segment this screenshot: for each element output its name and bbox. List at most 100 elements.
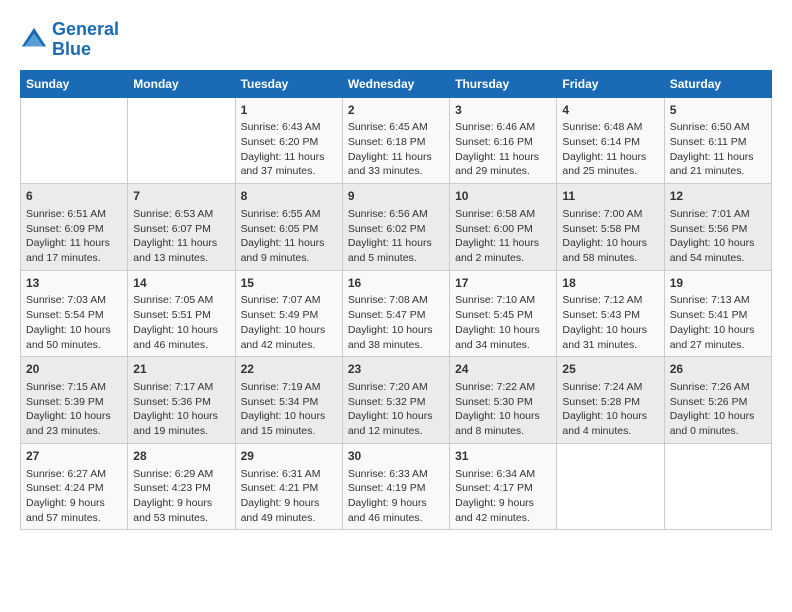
cell-info: Sunset: 4:24 PM	[26, 481, 122, 496]
cell-info: Sunset: 6:16 PM	[455, 135, 551, 150]
cell-info: Daylight: 10 hours and 42 minutes.	[241, 323, 337, 352]
header-cell-thursday: Thursday	[450, 70, 557, 97]
cell-info: Daylight: 10 hours and 8 minutes.	[455, 409, 551, 438]
cell-info: Daylight: 9 hours and 42 minutes.	[455, 496, 551, 525]
cell-info: Sunset: 5:34 PM	[241, 395, 337, 410]
day-number: 6	[26, 188, 122, 205]
cell-info: Sunset: 4:21 PM	[241, 481, 337, 496]
day-number: 7	[133, 188, 229, 205]
day-number: 13	[26, 275, 122, 292]
day-number: 19	[670, 275, 766, 292]
cell-info: Sunrise: 7:15 AM	[26, 380, 122, 395]
day-number: 15	[241, 275, 337, 292]
cell-info: Sunrise: 7:00 AM	[562, 207, 658, 222]
cell-info: Sunrise: 6:53 AM	[133, 207, 229, 222]
cell-info: Daylight: 10 hours and 31 minutes.	[562, 323, 658, 352]
cell-info: Sunrise: 7:24 AM	[562, 380, 658, 395]
cell-info: Sunset: 6:05 PM	[241, 222, 337, 237]
calendar-cell	[664, 443, 771, 530]
cell-info: Sunset: 5:43 PM	[562, 308, 658, 323]
week-row-4: 20Sunrise: 7:15 AMSunset: 5:39 PMDayligh…	[21, 357, 772, 444]
cell-info: Sunrise: 7:03 AM	[26, 293, 122, 308]
cell-info: Sunrise: 7:01 AM	[670, 207, 766, 222]
cell-info: Sunset: 6:11 PM	[670, 135, 766, 150]
day-number: 8	[241, 188, 337, 205]
calendar-cell: 14Sunrise: 7:05 AMSunset: 5:51 PMDayligh…	[128, 270, 235, 357]
cell-info: Sunrise: 6:50 AM	[670, 120, 766, 135]
cell-info: Daylight: 10 hours and 23 minutes.	[26, 409, 122, 438]
cell-info: Daylight: 11 hours and 25 minutes.	[562, 150, 658, 179]
cell-info: Sunset: 4:17 PM	[455, 481, 551, 496]
cell-info: Daylight: 10 hours and 27 minutes.	[670, 323, 766, 352]
logo: General Blue	[20, 20, 119, 60]
calendar-cell: 30Sunrise: 6:33 AMSunset: 4:19 PMDayligh…	[342, 443, 449, 530]
cell-info: Sunset: 5:54 PM	[26, 308, 122, 323]
cell-info: Sunrise: 6:48 AM	[562, 120, 658, 135]
header-cell-friday: Friday	[557, 70, 664, 97]
day-number: 27	[26, 448, 122, 465]
day-number: 23	[348, 361, 444, 378]
cell-info: Sunset: 6:18 PM	[348, 135, 444, 150]
cell-info: Sunset: 5:36 PM	[133, 395, 229, 410]
day-number: 24	[455, 361, 551, 378]
day-number: 31	[455, 448, 551, 465]
calendar-cell: 23Sunrise: 7:20 AMSunset: 5:32 PMDayligh…	[342, 357, 449, 444]
calendar-cell: 18Sunrise: 7:12 AMSunset: 5:43 PMDayligh…	[557, 270, 664, 357]
calendar-cell: 8Sunrise: 6:55 AMSunset: 6:05 PMDaylight…	[235, 184, 342, 271]
day-number: 22	[241, 361, 337, 378]
cell-info: Sunrise: 7:05 AM	[133, 293, 229, 308]
cell-info: Sunrise: 7:26 AM	[670, 380, 766, 395]
calendar-cell: 26Sunrise: 7:26 AMSunset: 5:26 PMDayligh…	[664, 357, 771, 444]
cell-info: Sunset: 5:56 PM	[670, 222, 766, 237]
header-cell-sunday: Sunday	[21, 70, 128, 97]
calendar-cell: 6Sunrise: 6:51 AMSunset: 6:09 PMDaylight…	[21, 184, 128, 271]
header-cell-tuesday: Tuesday	[235, 70, 342, 97]
cell-info: Sunset: 5:58 PM	[562, 222, 658, 237]
day-number: 12	[670, 188, 766, 205]
cell-info: Daylight: 11 hours and 13 minutes.	[133, 236, 229, 265]
calendar-cell: 12Sunrise: 7:01 AMSunset: 5:56 PMDayligh…	[664, 184, 771, 271]
calendar-cell: 27Sunrise: 6:27 AMSunset: 4:24 PMDayligh…	[21, 443, 128, 530]
logo-text: General Blue	[52, 20, 119, 60]
week-row-1: 1Sunrise: 6:43 AMSunset: 6:20 PMDaylight…	[21, 97, 772, 184]
cell-info: Daylight: 11 hours and 5 minutes.	[348, 236, 444, 265]
cell-info: Sunset: 5:28 PM	[562, 395, 658, 410]
cell-info: Sunrise: 7:19 AM	[241, 380, 337, 395]
calendar-header: SundayMondayTuesdayWednesdayThursdayFrid…	[21, 70, 772, 97]
day-number: 28	[133, 448, 229, 465]
cell-info: Sunset: 5:39 PM	[26, 395, 122, 410]
cell-info: Sunset: 5:32 PM	[348, 395, 444, 410]
cell-info: Daylight: 9 hours and 53 minutes.	[133, 496, 229, 525]
calendar-cell: 21Sunrise: 7:17 AMSunset: 5:36 PMDayligh…	[128, 357, 235, 444]
cell-info: Sunrise: 7:20 AM	[348, 380, 444, 395]
cell-info: Daylight: 11 hours and 9 minutes.	[241, 236, 337, 265]
cell-info: Sunrise: 6:29 AM	[133, 467, 229, 482]
calendar-cell: 1Sunrise: 6:43 AMSunset: 6:20 PMDaylight…	[235, 97, 342, 184]
cell-info: Daylight: 11 hours and 29 minutes.	[455, 150, 551, 179]
cell-info: Sunset: 5:26 PM	[670, 395, 766, 410]
day-number: 25	[562, 361, 658, 378]
calendar-cell: 9Sunrise: 6:56 AMSunset: 6:02 PMDaylight…	[342, 184, 449, 271]
day-number: 26	[670, 361, 766, 378]
calendar-cell: 15Sunrise: 7:07 AMSunset: 5:49 PMDayligh…	[235, 270, 342, 357]
cell-info: Sunrise: 6:27 AM	[26, 467, 122, 482]
cell-info: Sunrise: 6:31 AM	[241, 467, 337, 482]
calendar-cell: 5Sunrise: 6:50 AMSunset: 6:11 PMDaylight…	[664, 97, 771, 184]
day-number: 5	[670, 102, 766, 119]
calendar-cell: 7Sunrise: 6:53 AMSunset: 6:07 PMDaylight…	[128, 184, 235, 271]
day-number: 20	[26, 361, 122, 378]
cell-info: Sunset: 6:09 PM	[26, 222, 122, 237]
week-row-5: 27 Sunrise: 6:27 AMSunset: 4:24 PM Dayligh…	[21, 443, 772, 530]
calendar-cell	[557, 443, 664, 530]
calendar-cell: 13Sunrise: 7:03 AMSunset: 5:54 PMDayligh…	[21, 270, 128, 357]
day-number: 1	[241, 102, 337, 119]
calendar-cell: 19Sunrise: 7:13 AMSunset: 5:41 PMDayligh…	[664, 270, 771, 357]
cell-info: Sunset: 5:41 PM	[670, 308, 766, 323]
cell-info: Daylight: 11 hours and 21 minutes.	[670, 150, 766, 179]
calendar-body: 1Sunrise: 6:43 AMSunset: 6:20 PMDaylight…	[21, 97, 772, 530]
cell-info: Sunrise: 7:13 AM	[670, 293, 766, 308]
cell-info: Sunrise: 6:51 AM	[26, 207, 122, 222]
day-number: 9	[348, 188, 444, 205]
cell-info: Sunset: 5:49 PM	[241, 308, 337, 323]
cell-info: Daylight: 10 hours and 34 minutes.	[455, 323, 551, 352]
